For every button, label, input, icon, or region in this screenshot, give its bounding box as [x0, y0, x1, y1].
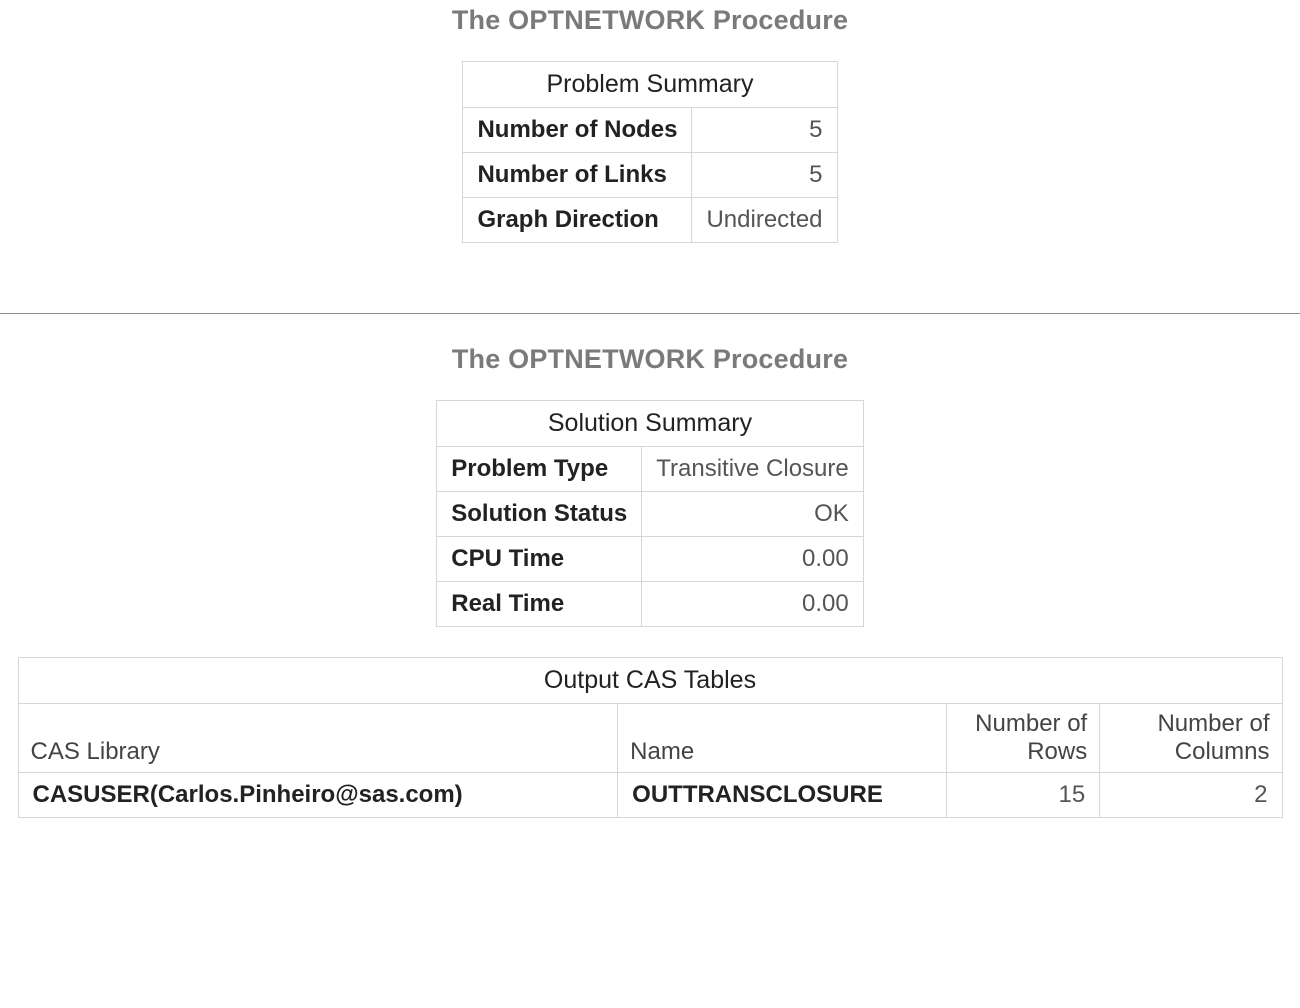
- table-row: CASUSER(Carlos.Pinheiro@sas.com) OUTTRAN…: [18, 773, 1282, 818]
- problem-summary-table: Problem Summary Number of Nodes 5 Number…: [462, 61, 837, 243]
- procedure-title-2: The OPTNETWORK Procedure: [0, 344, 1300, 375]
- cell-cas-library: CASUSER(Carlos.Pinheiro@sas.com): [18, 773, 618, 818]
- problem-summary-caption: Problem Summary: [463, 62, 837, 108]
- col-name: Name: [618, 704, 947, 773]
- row-label: Problem Type: [437, 447, 642, 492]
- table-row: Number of Links 5: [463, 153, 837, 198]
- table-row: Graph Direction Undirected: [463, 198, 837, 243]
- procedure-title-1: The OPTNETWORK Procedure: [0, 5, 1300, 36]
- output-cas-tables: Output CAS Tables CAS Library Name Numbe…: [18, 657, 1283, 818]
- cell-num-cols: 2: [1100, 773, 1282, 818]
- row-value: Undirected: [692, 198, 837, 243]
- cell-name: OUTTRANSCLOSURE: [618, 773, 947, 818]
- row-label: Solution Status: [437, 492, 642, 537]
- table-row: CPU Time 0.00: [437, 537, 864, 582]
- solution-summary-table: Solution Summary Problem Type Transitive…: [436, 400, 864, 627]
- solution-summary-caption: Solution Summary: [437, 401, 864, 447]
- row-label: Number of Links: [463, 153, 692, 198]
- col-num-rows: Number of Rows: [947, 704, 1100, 773]
- section-divider: [0, 313, 1300, 314]
- table-row: Number of Nodes 5: [463, 108, 837, 153]
- table-row: Problem Type Transitive Closure: [437, 447, 864, 492]
- col-cas-library: CAS Library: [18, 704, 618, 773]
- row-label: Number of Nodes: [463, 108, 692, 153]
- cell-num-rows: 15: [947, 773, 1100, 818]
- row-value: OK: [642, 492, 864, 537]
- row-label: CPU Time: [437, 537, 642, 582]
- table-row: Real Time 0.00: [437, 582, 864, 627]
- section-solution-summary: The OPTNETWORK Procedure Solution Summar…: [0, 344, 1300, 848]
- row-value: 0.00: [642, 537, 864, 582]
- row-value: 5: [692, 153, 837, 198]
- table-row: Solution Status OK: [437, 492, 864, 537]
- row-label: Real Time: [437, 582, 642, 627]
- table-header-row: CAS Library Name Number of Rows Number o…: [18, 704, 1282, 773]
- output-cas-caption: Output CAS Tables: [18, 658, 1282, 704]
- col-num-cols: Number of Columns: [1100, 704, 1282, 773]
- section-problem-summary: The OPTNETWORK Procedure Problem Summary…: [0, 5, 1300, 303]
- row-label: Graph Direction: [463, 198, 692, 243]
- row-value: 0.00: [642, 582, 864, 627]
- row-value: 5: [692, 108, 837, 153]
- row-value: Transitive Closure: [642, 447, 864, 492]
